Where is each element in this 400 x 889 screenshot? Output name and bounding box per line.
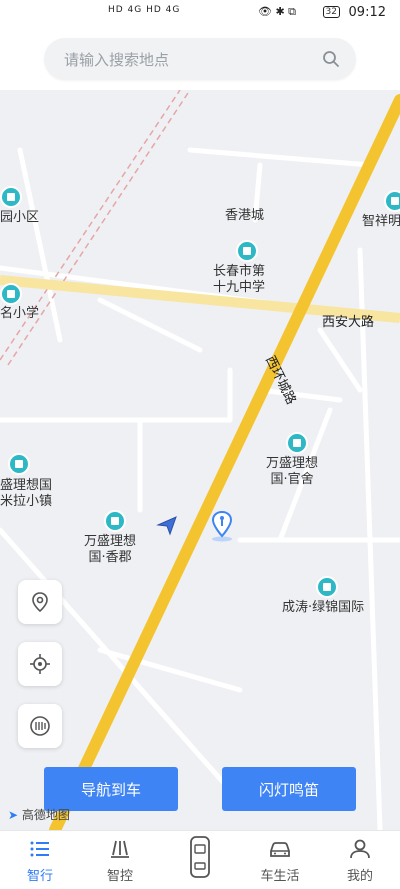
- poi-guanshe-icon[interactable]: [286, 432, 308, 454]
- poi-garden-icon[interactable]: [0, 186, 22, 208]
- current-location-arrow-icon: [156, 516, 177, 536]
- location-pin-icon: [32, 592, 48, 613]
- map-label-school: 长春市第 十九中学: [213, 264, 266, 295]
- list-icon: [30, 841, 49, 857]
- map-label-chengtao: 成涛·绿锦国际: [282, 600, 365, 615]
- clock: 09:12: [348, 5, 386, 20]
- battery-indicator: 32: [322, 6, 340, 18]
- map-label-xianggang: 香港城: [225, 208, 265, 223]
- amap-brand-label: 高德地图: [21, 808, 70, 822]
- locate-me-button[interactable]: [18, 642, 62, 686]
- network-indicator: HD 4G HD 4G: [108, 5, 181, 15]
- map-label-milan: 盛理想国 米拉小镇: [0, 478, 53, 509]
- tab-zhikong[interactable]: 智控: [80, 831, 160, 889]
- user-icon: [350, 839, 370, 859]
- system-icons: 👁 ✱ ⧉: [258, 5, 297, 18]
- poi-xiangjun-icon[interactable]: [104, 510, 126, 532]
- tab-zhixing[interactable]: 智行: [0, 831, 80, 889]
- crosshair-icon: [30, 654, 50, 674]
- tab-label: 我的: [346, 869, 373, 884]
- car-location-pin-icon[interactable]: [208, 510, 236, 542]
- traffic-layer-button[interactable]: [18, 704, 62, 748]
- location-pin-button[interactable]: [18, 580, 62, 624]
- tab-label: 车生活: [260, 869, 300, 884]
- map-view[interactable]: 香港城 长春市第 十九中学 智祥明 园小区 名小学 西安大路 西环城路 万盛理想…: [0, 90, 400, 830]
- search-input[interactable]: [62, 38, 306, 82]
- map-brand: ➤ 高德地图: [8, 806, 70, 823]
- tab-car-life[interactable]: 车生活: [240, 831, 320, 889]
- poi-milan-icon[interactable]: [8, 453, 30, 475]
- map-label-xian-road: 西安大路: [322, 315, 375, 330]
- bottom-tab-bar: 智行 智控 车生活 我的: [0, 830, 400, 889]
- tab-car[interactable]: [160, 831, 240, 889]
- map-label-garden: 园小区: [0, 210, 40, 225]
- control-icon: [111, 840, 129, 858]
- tab-label: 智控: [106, 869, 133, 884]
- poi-primary-icon[interactable]: [0, 283, 22, 305]
- car-top-icon: [190, 836, 210, 878]
- map-label-xiangjun: 万盛理想 国·香郡: [84, 534, 137, 565]
- car-icon: [270, 842, 290, 857]
- search-bar[interactable]: [44, 38, 356, 82]
- poi-chengtao-icon[interactable]: [316, 576, 338, 598]
- navigate-to-car-button[interactable]: 导航到车: [44, 767, 178, 811]
- poi-zhixiang-icon[interactable]: [384, 190, 400, 212]
- search-icon[interactable]: [322, 50, 340, 68]
- tab-mine[interactable]: 我的: [320, 831, 400, 889]
- tab-label: 智行: [26, 869, 53, 884]
- flash-horn-button[interactable]: 闪灯鸣笛: [222, 767, 356, 811]
- amap-logo-icon: ➤: [8, 808, 19, 822]
- map-label-primary: 名小学: [0, 306, 40, 321]
- map-label-zhixiang: 智祥明: [362, 214, 400, 229]
- map-label-guanshe: 万盛理想 国·官舍: [266, 456, 319, 487]
- status-bar: HD 4G HD 4G 👁 ✱ ⧉ 32 09:12: [0, 0, 400, 26]
- poi-school-icon[interactable]: [236, 240, 258, 262]
- layers-icon: [30, 716, 50, 736]
